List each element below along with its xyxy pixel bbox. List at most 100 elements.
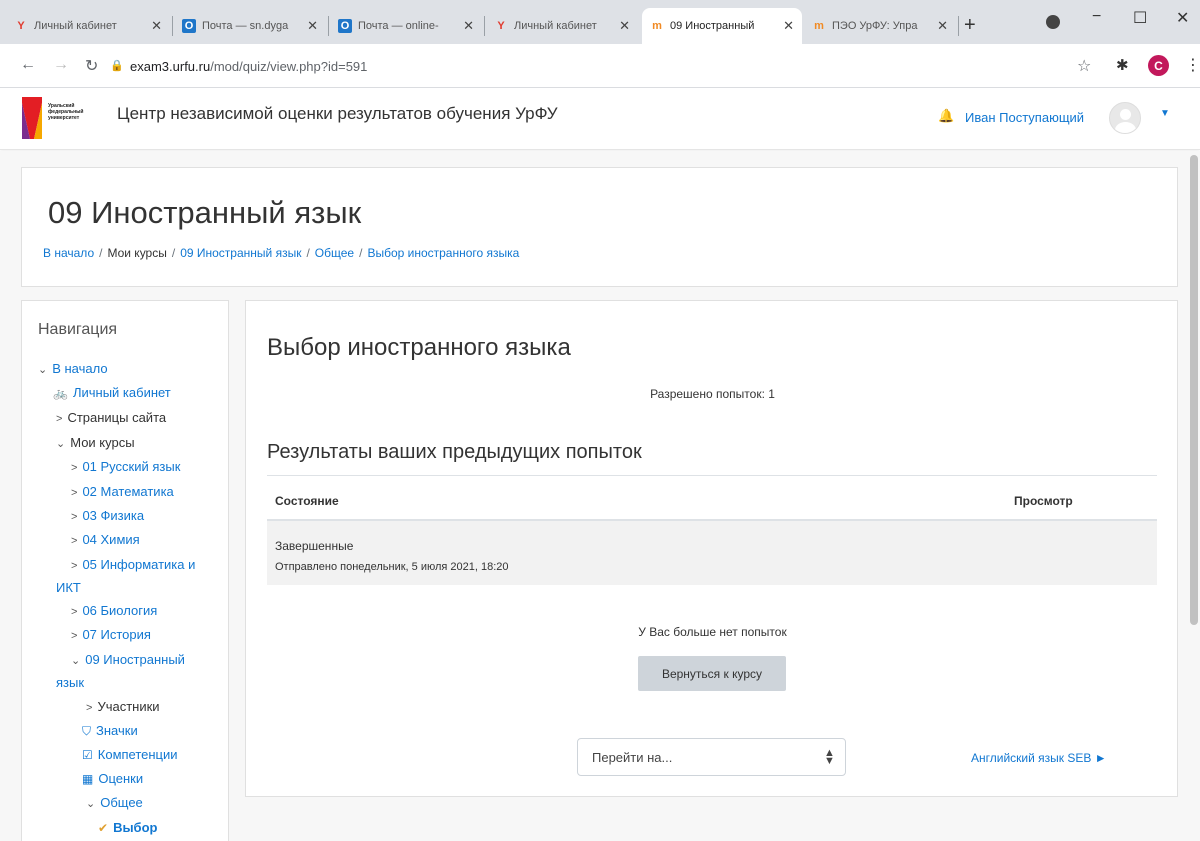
table-header-row: Состояние Просмотр: [267, 475, 1157, 521]
chevron-right-icon: >: [71, 630, 78, 642]
close-icon[interactable]: ✕: [307, 18, 318, 34]
nav-item-home[interactable]: ⌄ В начало: [38, 358, 108, 381]
attempts-allowed: Разрешено попыток: 1: [650, 387, 775, 401]
url-host: exam3.urfu.ru: [130, 58, 211, 74]
nav-item-badges[interactable]: ⛉ Значки: [82, 720, 138, 742]
tab-search-icon[interactable]: [1046, 15, 1060, 29]
urfu-logo-mark: [22, 97, 42, 139]
quiz-icon: ✔: [98, 821, 109, 835]
nav-item-dashboard[interactable]: 🚲 Личный кабинет: [53, 382, 171, 404]
nav-item-competencies[interactable]: ☑ Компетенции: [82, 744, 178, 766]
profile-avatar[interactable]: C: [1148, 55, 1169, 76]
browser-toolbar: ← → ↻ 🔒 exam3.urfu.ru/mod/quiz/view.php?…: [0, 44, 1200, 88]
chevron-right-icon: >: [71, 606, 78, 618]
tab-title: Почта — online-: [358, 20, 439, 32]
breadcrumb-my-courses: Мои курсы: [107, 246, 167, 260]
nav-item-course-01[interactable]: >01 Русский язык: [71, 456, 180, 479]
browser-tab-active[interactable]: m 09 Иностранный ✕: [642, 8, 802, 44]
close-icon[interactable]: ✕: [783, 18, 794, 34]
breadcrumb-current[interactable]: Выбор иностранного языка: [367, 246, 519, 260]
nav-item-participants[interactable]: > Участники: [86, 696, 160, 719]
next-activity-link[interactable]: Английский язык SEB ►: [971, 751, 1107, 765]
shield-icon: ⛉: [82, 724, 92, 738]
close-icon[interactable]: ✕: [463, 18, 474, 34]
chevron-down-icon[interactable]: ▼: [1160, 108, 1170, 119]
chevron-right-icon: >: [71, 560, 78, 572]
tab-title: Личный кабинет: [34, 20, 117, 32]
checkbox-icon: ☑: [82, 748, 93, 762]
nav-item-grades[interactable]: ▦ Оценки: [82, 768, 143, 790]
extensions-icon[interactable]: ✱: [1116, 56, 1129, 74]
browser-menu-icon[interactable]: ⋮: [1185, 55, 1200, 75]
tab-divider: [958, 16, 959, 36]
new-tab-button[interactable]: +: [964, 14, 976, 37]
reload-icon[interactable]: ↻: [85, 56, 98, 76]
jump-to-select[interactable]: Перейти на... ▲ ▼: [577, 738, 846, 776]
logo-text: Уральский федеральный университет: [48, 103, 84, 121]
chevron-right-icon: >: [71, 511, 78, 523]
address-bar[interactable]: 🔒 exam3.urfu.ru/mod/quiz/view.php?id=591: [110, 51, 1100, 81]
nav-item-course-04[interactable]: >04 Химия: [71, 529, 140, 552]
chevron-right-icon: >: [71, 487, 78, 499]
breadcrumb-course[interactable]: 09 Иностранный язык: [180, 246, 301, 260]
yandex-icon: Y: [497, 20, 505, 32]
back-to-course-button[interactable]: Вернуться к курсу: [638, 656, 786, 691]
bookmark-star-icon[interactable]: ☆: [1077, 56, 1091, 76]
moodle-icon: m: [814, 20, 824, 32]
page-title: 09 Иностранный язык: [48, 195, 362, 230]
navigation-block: Навигация ⌄ В начало 🚲 Личный кабинет > Стр…: [21, 300, 229, 841]
chevron-down-icon: ⌄: [71, 655, 81, 667]
nav-item-course-02[interactable]: >02 Математика: [71, 481, 174, 504]
close-icon[interactable]: ✕: [619, 18, 630, 34]
nav-item-course-03[interactable]: >03 Физика: [71, 505, 144, 528]
browser-tab[interactable]: m ПЭО УрФУ: Упра ✕: [804, 8, 956, 44]
main-content: Выбор иностранного языка Разрешено попыт…: [245, 300, 1178, 797]
maximize-button[interactable]: ☐: [1133, 8, 1147, 28]
nav-item-general[interactable]: ⌄ Общее: [86, 792, 143, 815]
results-table: Состояние Просмотр Завершенные Отправлен…: [267, 475, 1157, 585]
site-title[interactable]: Центр независимой оценки результатов обу…: [117, 104, 558, 124]
dashboard-icon: 🚲: [53, 386, 68, 400]
tab-divider: [484, 16, 485, 36]
nav-item-course-05[interactable]: >05 Информатика и ИКТ: [56, 554, 216, 598]
browser-tab[interactable]: Y Личный кабинет ✕: [6, 8, 170, 44]
breadcrumb-home[interactable]: В начало: [43, 246, 94, 260]
bell-icon[interactable]: 🔔: [938, 108, 954, 124]
tab-title: ПЭО УрФУ: Упра: [832, 20, 918, 32]
outlook-icon: O: [338, 19, 352, 33]
browser-tab[interactable]: O Почта — online- ✕: [330, 8, 482, 44]
nav-item-site-pages[interactable]: > Страницы сайта: [56, 407, 166, 430]
window-close-button[interactable]: ✕: [1176, 8, 1189, 28]
nav-item-course-07[interactable]: >07 История: [71, 624, 151, 647]
user-name[interactable]: Иван Поступающий: [965, 110, 1084, 125]
browser-tab[interactable]: Y Личный кабинет ✕: [486, 8, 638, 44]
results-heading: Результаты ваших предыдущих попыток: [267, 441, 642, 463]
quiz-title: Выбор иностранного языка: [267, 334, 571, 361]
breadcrumb-section[interactable]: Общее: [315, 246, 354, 260]
table-icon: ▦: [82, 772, 94, 786]
chevron-right-icon: >: [71, 535, 78, 547]
chevron-down-icon: ⌄: [56, 438, 66, 450]
nav-item-my-courses[interactable]: ⌄ Мои курсы: [56, 432, 135, 455]
table-row: Завершенные Отправлено понедельник, 5 ию…: [267, 521, 1157, 585]
forward-icon[interactable]: →: [53, 56, 69, 74]
urfu-logo[interactable]: Уральский федеральный университет: [22, 97, 94, 139]
close-icon[interactable]: ✕: [151, 18, 162, 34]
nav-item-course-06[interactable]: >06 Биология: [71, 600, 157, 623]
chevron-right-icon: >: [56, 413, 63, 425]
nav-item-course-09[interactable]: ⌄ 09 Иностранный язык: [56, 649, 216, 693]
attempt-state: Завершенные: [275, 539, 354, 553]
close-icon[interactable]: ✕: [937, 18, 948, 34]
url-path: /mod/quiz/view.php?id=591: [210, 58, 368, 74]
chevron-right-icon: >: [86, 702, 93, 714]
tab-title: 09 Иностранный: [670, 20, 755, 32]
page-scrollbar[interactable]: [1190, 155, 1198, 625]
navigation-title: Навигация: [38, 321, 118, 338]
back-icon[interactable]: ←: [20, 56, 36, 74]
chevron-right-icon: >: [71, 462, 78, 474]
minimize-button[interactable]: −: [1092, 8, 1101, 26]
nav-item-quiz-current[interactable]: ✔ Выбор: [98, 817, 157, 839]
yandex-icon: Y: [17, 20, 25, 32]
user-avatar[interactable]: [1109, 102, 1141, 134]
browser-tab[interactable]: O Почта — sn.dyga ✕: [174, 8, 326, 44]
